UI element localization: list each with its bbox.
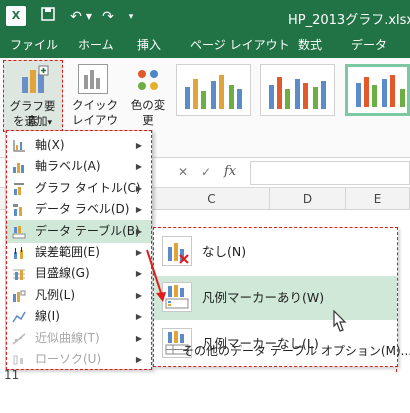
menu-item-label: 線(I) [35,309,60,324]
menu-item-error-bars[interactable]: 誤差範囲(E) ▶ [6,241,152,264]
change-colors-label-1: 色の変 [130,98,166,112]
tab-formulas[interactable]: 数式 [298,33,322,58]
chevron-right-icon: ▶ [135,248,142,257]
data-table-icon [12,224,26,239]
chevron-right-icon: ▶ [135,226,142,236]
menu-item-label: 誤差範囲(E) [35,245,100,259]
submenu-item-with-legend-keys[interactable]: 凡例マーカーあり(W) [154,276,397,320]
add-chart-element-icon [19,65,49,95]
tab-data[interactable]: データ [351,33,387,58]
menu-item-axis-label[interactable]: 軸ラベル(A) ▶ [6,155,152,178]
menu-item-data-label[interactable]: データ ラベル(D) ▶ [6,198,152,221]
formula-input[interactable] [250,161,410,185]
menu-item-legend[interactable]: 凡例(L) ▶ [6,284,152,307]
chevron-right-icon: ▶ [135,333,142,343]
error-bars-icon [12,245,26,259]
menu-item-axis[interactable]: 軸(X) ▶ [6,134,152,157]
cancel-icon[interactable]: ✕ [178,165,188,179]
redo-icon[interactable]: ↷ [98,7,118,27]
chevron-down-icon: ▾ [47,118,53,128]
tab-page-layout[interactable]: ページ レイアウト [190,33,290,58]
column-header-e[interactable]: E [346,188,410,210]
add-chart-element-label-2: を追加▾ [12,114,53,128]
chevron-right-icon: ▶ [135,269,142,279]
menu-item-label: ローソク(U) [35,352,102,366]
menu-item-label: グラフ タイトル(C) [35,180,141,195]
more-data-table-options[interactable]: その他のデータ テーブル オプション(M)... [182,341,410,361]
confirm-icon[interactable]: ✓ [201,165,211,179]
chevron-right-icon: ▶ [135,205,142,215]
chevron-right-icon: ▶ [135,141,142,150]
quick-layout-label-1: クイック [72,98,118,112]
chevron-right-icon: ▶ [135,290,142,300]
menu-item-label: 凡例(L) [35,287,76,302]
ribbon-tabs: ファイル ホーム 挿入 ページ レイアウト 数式 データ [0,33,410,58]
menu-item-label: データ ラベル(D) [35,202,130,217]
trendline-icon [12,331,26,345]
chart-style-2[interactable] [260,64,335,116]
gridlines-icon [12,266,26,281]
window-title: HP_2013グラフ.xlsx [288,13,410,28]
title-bar: X ↶ ▼ ↷ ▾ HP_2013グラフ.xlsx [0,0,410,33]
add-chart-element-menu: 軸(X) ▶ 軸ラベル(A) ▶ グラフ タイトル(C) ▶ データ ラベル(D) ▶ データ … [5,130,153,370]
chart-style-1[interactable] [176,64,251,116]
add-chart-element-button[interactable]: グラフ要素 を追加▾ [3,60,63,132]
chevron-right-icon: ▶ [135,312,142,322]
insert-function-icon[interactable]: fx [224,164,236,179]
undo-icon[interactable]: ↶ [66,7,86,27]
menu-item-trendline: 近似曲線(T) ▶ [6,327,152,350]
lines-icon [12,309,26,323]
menu-item-label: 軸(X) [35,138,65,152]
quick-layout-button[interactable]: クイック レイアウト [68,60,122,142]
chevron-right-icon: ▶ [135,183,142,193]
tab-insert[interactable]: 挿入 [137,33,161,58]
mouse-cursor-icon [333,310,347,332]
annotation-arrow [146,249,166,302]
legend-icon [12,288,26,302]
menu-item-label: 目盛線(G) [35,266,90,281]
tab-home[interactable]: ホーム [78,33,114,58]
menu-item-data-table[interactable]: データ テーブル(B) ▶ [6,219,152,243]
excel-icon: X [6,6,26,26]
change-colors-label-2: 更 [142,113,154,127]
submenu-item-label: 凡例マーカーあり(W) [202,290,325,305]
axis-label-icon [12,159,26,174]
menu-item-label: データ テーブル(B) [35,223,140,238]
menu-item-label: 近似曲線(T) [35,330,100,345]
save-icon[interactable] [38,7,58,27]
menu-item-chart-title[interactable]: グラフ タイトル(C) ▶ [6,177,152,200]
menu-item-updown-bars: ローソク(U) ▶ [6,348,152,371]
tab-file[interactable]: ファイル [10,33,58,58]
data-label-icon [12,202,26,217]
menu-item-label: 軸ラベル(A) [35,159,101,174]
column-header-c[interactable]: C [154,188,270,210]
customize-icon[interactable]: ▾ [125,7,137,27]
chart-title-icon [12,181,26,195]
submenu-item-none[interactable]: なし(N) [154,230,397,274]
chart-style-3-selected[interactable] [345,64,410,116]
change-colors-button[interactable]: 色の変 更 [126,60,170,132]
quick-layout-icon [78,64,108,94]
chevron-right-icon: ▶ [135,355,142,364]
column-header-d[interactable]: D [270,188,346,210]
updown-bars-icon [12,352,26,366]
menu-item-gridlines[interactable]: 目盛線(G) ▶ [6,262,152,285]
undo-dropdown-icon[interactable]: ▼ [84,7,94,27]
axis-icon [12,138,26,152]
submenu-item-label: なし(N) [202,244,247,259]
menu-item-lines[interactable]: 線(I) ▶ [6,305,152,328]
color-palette-icon [134,66,162,94]
chevron-right-icon: ▶ [135,162,142,172]
data-table-submenu: なし(N) 凡例マーカーあり(W) 凡例マーカーなし(L) その他のデータ テーブル … [153,227,410,367]
